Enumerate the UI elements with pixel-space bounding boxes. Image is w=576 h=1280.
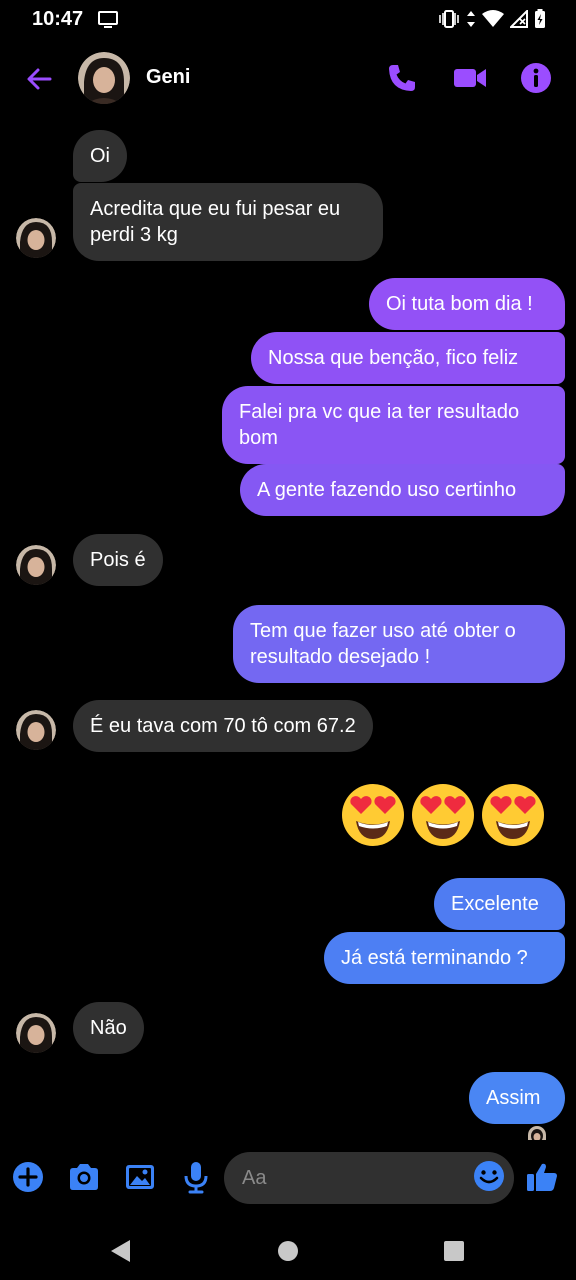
camera-icon[interactable]	[66, 1159, 102, 1195]
message-composer	[0, 1150, 576, 1208]
seen-receipt-avatar	[528, 1126, 546, 1140]
outgoing-message[interactable]: Assim	[469, 1072, 565, 1124]
outgoing-message[interactable]: A gente fazendo uso certinho	[240, 464, 565, 516]
contact-name[interactable]: Geni	[146, 66, 190, 89]
system-navigation-bar	[0, 1222, 576, 1280]
contact-avatar-small	[16, 1013, 56, 1053]
emoji-message[interactable]	[340, 782, 546, 848]
data-arrows-icon	[466, 10, 476, 33]
home-circle-icon[interactable]	[271, 1234, 305, 1268]
incoming-message[interactable]: Pois é	[73, 534, 163, 586]
info-icon[interactable]	[519, 61, 553, 95]
outgoing-message[interactable]: Nossa que benção, fico feliz	[251, 332, 565, 384]
outgoing-message[interactable]: Tem que fazer uso até obter o resultado …	[233, 605, 565, 683]
thumbs-up-icon[interactable]	[524, 1159, 560, 1195]
outgoing-message[interactable]: Falei pra vc que ia ter resultado bom	[222, 386, 565, 464]
image-icon[interactable]	[122, 1159, 158, 1195]
vibrate-icon	[438, 10, 460, 33]
plus-icon[interactable]	[10, 1159, 46, 1195]
incoming-message[interactable]: É eu tava com 70 tô com 67.2	[73, 700, 373, 752]
heart-eyes-emoji-icon	[412, 784, 474, 846]
contact-avatar[interactable]	[78, 52, 130, 104]
message-input[interactable]	[224, 1152, 514, 1204]
recents-square-icon[interactable]	[437, 1234, 471, 1268]
microphone-icon[interactable]	[178, 1159, 214, 1195]
incoming-message[interactable]: Acredita que eu fui pesar eu perdi 3 kg	[73, 183, 383, 261]
battery-icon	[534, 9, 546, 34]
screen-cast-icon	[98, 11, 118, 34]
back-triangle-icon[interactable]	[104, 1234, 138, 1268]
contact-avatar-small	[16, 218, 56, 258]
video-camera-icon[interactable]	[452, 61, 486, 95]
heart-eyes-emoji-icon	[342, 784, 404, 846]
conversation-header: Geni	[0, 44, 576, 112]
signal-icon	[508, 8, 528, 33]
status-time: 10:47	[32, 8, 84, 30]
outgoing-message[interactable]: Oi tuta bom dia !	[369, 278, 565, 330]
incoming-message[interactable]: Oi	[73, 130, 127, 182]
emoji-icon[interactable]	[472, 1159, 508, 1195]
status-icons	[438, 8, 546, 34]
status-bar: 10:47	[0, 0, 576, 40]
heart-eyes-emoji-icon	[482, 784, 544, 846]
outgoing-message[interactable]: Já está terminando ?	[324, 932, 565, 984]
wifi-icon	[482, 10, 504, 33]
phone-icon[interactable]	[385, 61, 419, 95]
incoming-message[interactable]: Não	[73, 1002, 144, 1054]
outgoing-message[interactable]: Excelente	[434, 878, 565, 930]
back-arrow-icon[interactable]	[22, 62, 56, 96]
contact-avatar-small	[16, 710, 56, 750]
contact-avatar-small	[16, 545, 56, 585]
